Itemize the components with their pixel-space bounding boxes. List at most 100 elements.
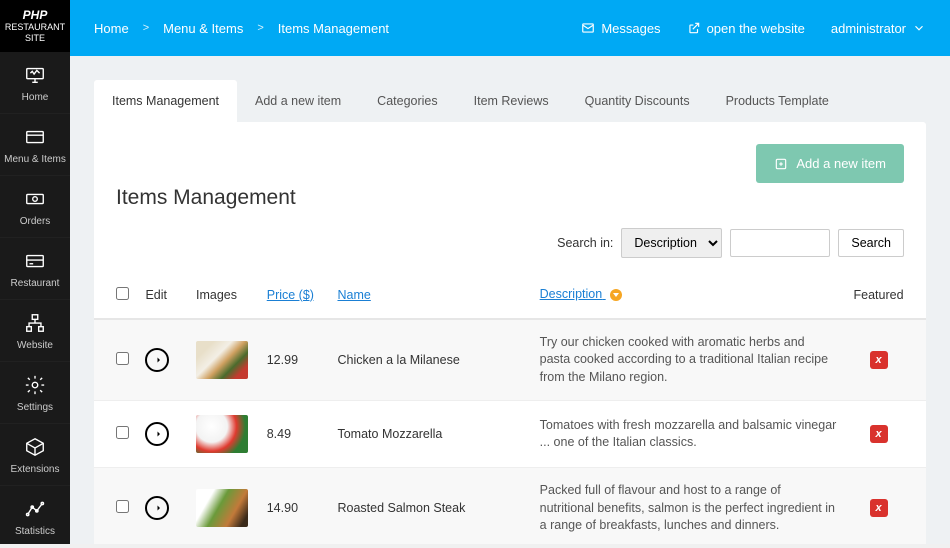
row-checkbox[interactable] [116, 500, 129, 513]
credit-card-icon [24, 250, 46, 272]
featured-no-icon[interactable]: x [870, 425, 888, 443]
page-title: Items Management [116, 186, 296, 210]
cell-name: Roasted Salmon Steak [329, 468, 531, 545]
tabs: Items Management Add a new item Categori… [94, 80, 926, 122]
row-checkbox[interactable] [116, 352, 129, 365]
select-all-checkbox[interactable] [116, 287, 129, 300]
nav-label: Extensions [11, 464, 60, 475]
add-item-button[interactable]: Add a new item [756, 144, 904, 183]
nav-orders[interactable]: Orders [0, 176, 70, 238]
messages-link[interactable]: Messages [581, 21, 660, 36]
cell-price: 12.99 [259, 319, 330, 401]
breadcrumb-menu[interactable]: Menu & Items [163, 21, 243, 36]
brand-line1: PHP [4, 8, 66, 22]
card-icon [24, 126, 46, 148]
nav-statistics[interactable]: Statistics [0, 486, 70, 548]
brand-line2: RESTAURANT [4, 22, 66, 33]
arrow-right-icon [151, 354, 163, 366]
items-table: Edit Images Price ($) Name Description F… [94, 272, 926, 544]
cube-icon [24, 436, 46, 458]
col-name[interactable]: Name [329, 272, 531, 319]
featured-no-icon[interactable]: x [870, 499, 888, 517]
col-featured: Featured [845, 272, 926, 319]
search-bar: Search in: Description Search [94, 228, 926, 272]
breadcrumb: Home > Menu & Items > Items Management [94, 21, 581, 36]
table-row: 12.99Chicken a la MilaneseTry our chicke… [94, 319, 926, 401]
chevron-right-icon: > [257, 22, 263, 34]
table-row: 8.49Tomato MozzarellaTomatoes with fresh… [94, 401, 926, 468]
chevron-right-icon: > [143, 22, 149, 34]
featured-no-icon[interactable]: x [870, 351, 888, 369]
nav-website[interactable]: Website [0, 300, 70, 362]
edit-button[interactable] [145, 348, 169, 372]
edit-button[interactable] [145, 496, 169, 520]
chart-icon [24, 498, 46, 520]
tab-items-management[interactable]: Items Management [94, 80, 237, 122]
tab-template[interactable]: Products Template [708, 80, 847, 122]
cell-price: 8.49 [259, 401, 330, 468]
arrow-right-icon [151, 502, 163, 514]
tab-reviews[interactable]: Item Reviews [456, 80, 567, 122]
nav-label: Home [22, 92, 49, 103]
nav-label: Restaurant [11, 278, 60, 289]
item-thumbnail[interactable] [196, 415, 248, 453]
nav-restaurant[interactable]: Restaurant [0, 238, 70, 300]
breadcrumb-items[interactable]: Items Management [278, 21, 389, 36]
search-button[interactable]: Search [838, 229, 904, 257]
mail-icon [581, 21, 595, 35]
item-thumbnail[interactable] [196, 341, 248, 379]
col-price[interactable]: Price ($) [259, 272, 330, 319]
col-description[interactable]: Description [532, 272, 845, 319]
nav-label: Website [17, 340, 53, 351]
sort-down-icon [610, 289, 622, 301]
sidebar: PHP RESTAURANT SITE Home Menu & Items Or… [0, 0, 70, 544]
arrow-right-icon [151, 428, 163, 440]
topbar: Home > Menu & Items > Items Management M… [70, 0, 950, 56]
nav-label: Menu & Items [4, 154, 66, 165]
nav-menu-items[interactable]: Menu & Items [0, 114, 70, 176]
money-icon [24, 188, 46, 210]
brand-line3: SITE [4, 33, 66, 44]
cell-name: Tomato Mozzarella [329, 401, 531, 468]
cell-description: Tomatoes with fresh mozzarella and balsa… [532, 401, 845, 468]
sitemap-icon [24, 312, 46, 334]
tab-categories[interactable]: Categories [359, 80, 455, 122]
tab-add-item[interactable]: Add a new item [237, 80, 359, 122]
edit-button[interactable] [145, 422, 169, 446]
col-images: Images [188, 272, 259, 319]
external-link-icon [687, 21, 701, 35]
search-field-select[interactable]: Description [621, 228, 722, 258]
tab-discounts[interactable]: Quantity Discounts [567, 80, 708, 122]
plus-box-icon [774, 157, 788, 171]
brand-logo: PHP RESTAURANT SITE [0, 0, 70, 52]
open-site-link[interactable]: open the website [687, 21, 805, 36]
breadcrumb-home[interactable]: Home [94, 21, 129, 36]
nav-home[interactable]: Home [0, 52, 70, 114]
cell-description: Packed full of flavour and host to a ran… [532, 468, 845, 545]
main: Home > Menu & Items > Items Management M… [70, 0, 950, 544]
open-site-label: open the website [707, 21, 805, 36]
monitor-icon [24, 64, 46, 86]
user-label: administrator [831, 21, 906, 36]
cell-name: Chicken a la Milanese [329, 319, 531, 401]
add-item-label: Add a new item [796, 156, 886, 171]
gear-icon [24, 374, 46, 396]
nav-label: Statistics [15, 526, 55, 537]
item-thumbnail[interactable] [196, 489, 248, 527]
table-row: 14.90Roasted Salmon SteakPacked full of … [94, 468, 926, 545]
chevron-down-icon [912, 21, 926, 35]
user-menu[interactable]: administrator [831, 21, 926, 36]
messages-label: Messages [601, 21, 660, 36]
nav-label: Orders [20, 216, 51, 227]
cell-price: 14.90 [259, 468, 330, 545]
nav-extensions[interactable]: Extensions [0, 424, 70, 486]
search-label: Search in: [557, 236, 613, 250]
cell-description: Try our chicken cooked with aromatic her… [532, 319, 845, 401]
nav-settings[interactable]: Settings [0, 362, 70, 424]
search-input[interactable] [730, 229, 830, 257]
nav-label: Settings [17, 402, 53, 413]
row-checkbox[interactable] [116, 426, 129, 439]
table-header-row: Edit Images Price ($) Name Description F… [94, 272, 926, 319]
top-actions: Messages open the website administrator [581, 21, 926, 36]
content: Items Management Add a new item Categori… [70, 56, 950, 544]
